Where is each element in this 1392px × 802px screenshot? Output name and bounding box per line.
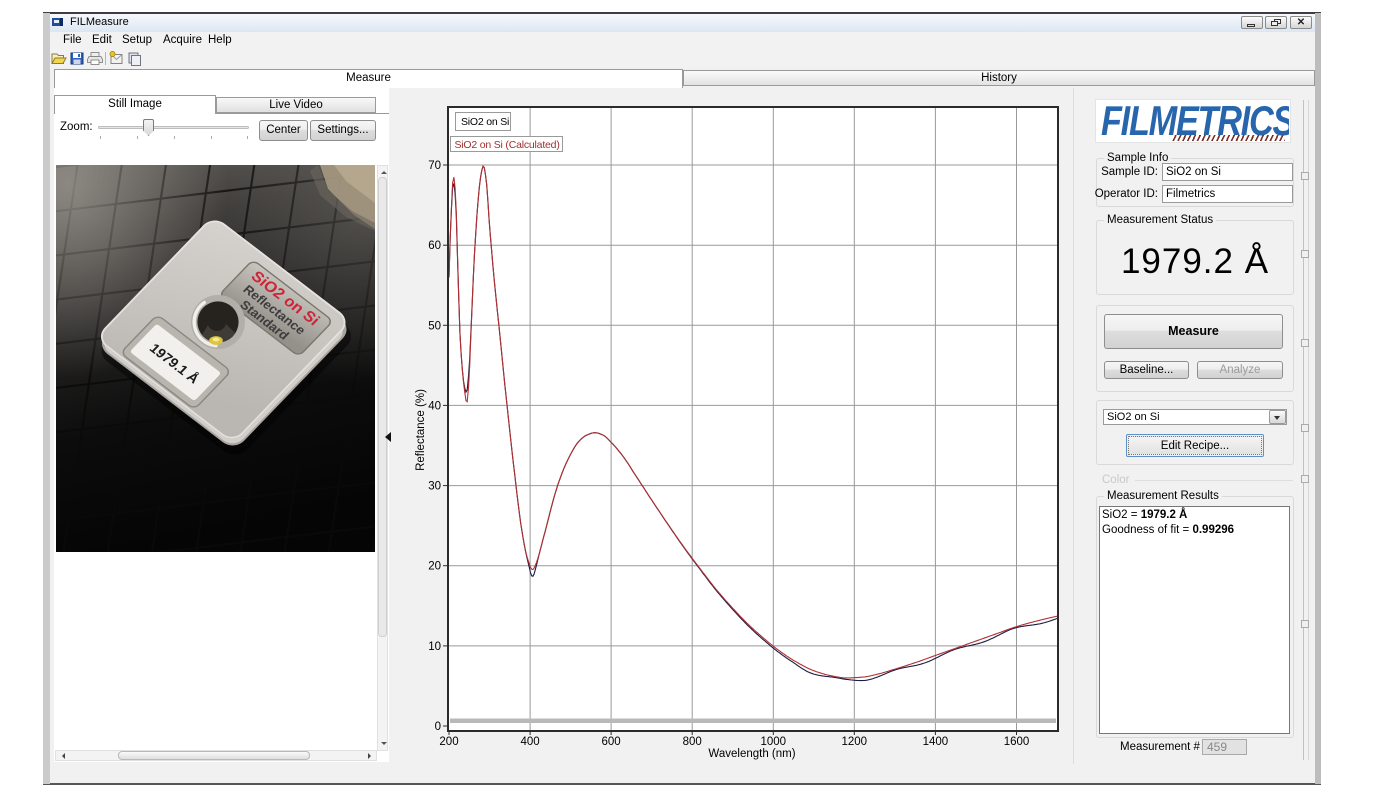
svg-text:Reflectance (%): Reflectance (%) bbox=[415, 389, 427, 471]
svg-text:10: 10 bbox=[428, 641, 441, 653]
svg-text:0: 0 bbox=[435, 721, 441, 733]
svg-text:1000: 1000 bbox=[761, 736, 787, 748]
svg-text:40: 40 bbox=[428, 400, 441, 412]
svg-text:SiO2 on Si (Calculated): SiO2 on Si (Calculated) bbox=[455, 139, 560, 151]
svg-text:30: 30 bbox=[428, 481, 441, 493]
svg-text:800: 800 bbox=[683, 736, 702, 748]
svg-text:70: 70 bbox=[428, 160, 441, 172]
svg-text:1200: 1200 bbox=[842, 736, 868, 748]
svg-text:400: 400 bbox=[521, 736, 540, 748]
svg-text:1400: 1400 bbox=[923, 736, 949, 748]
svg-text:200: 200 bbox=[439, 736, 458, 748]
svg-text:60: 60 bbox=[428, 240, 441, 252]
svg-text:Wavelength (nm): Wavelength (nm) bbox=[708, 748, 795, 760]
svg-text:50: 50 bbox=[428, 320, 441, 332]
svg-text:20: 20 bbox=[428, 561, 441, 573]
svg-text:600: 600 bbox=[602, 736, 621, 748]
svg-text:1600: 1600 bbox=[1004, 736, 1030, 748]
svg-text:SiO2 on Si: SiO2 on Si bbox=[461, 116, 509, 128]
